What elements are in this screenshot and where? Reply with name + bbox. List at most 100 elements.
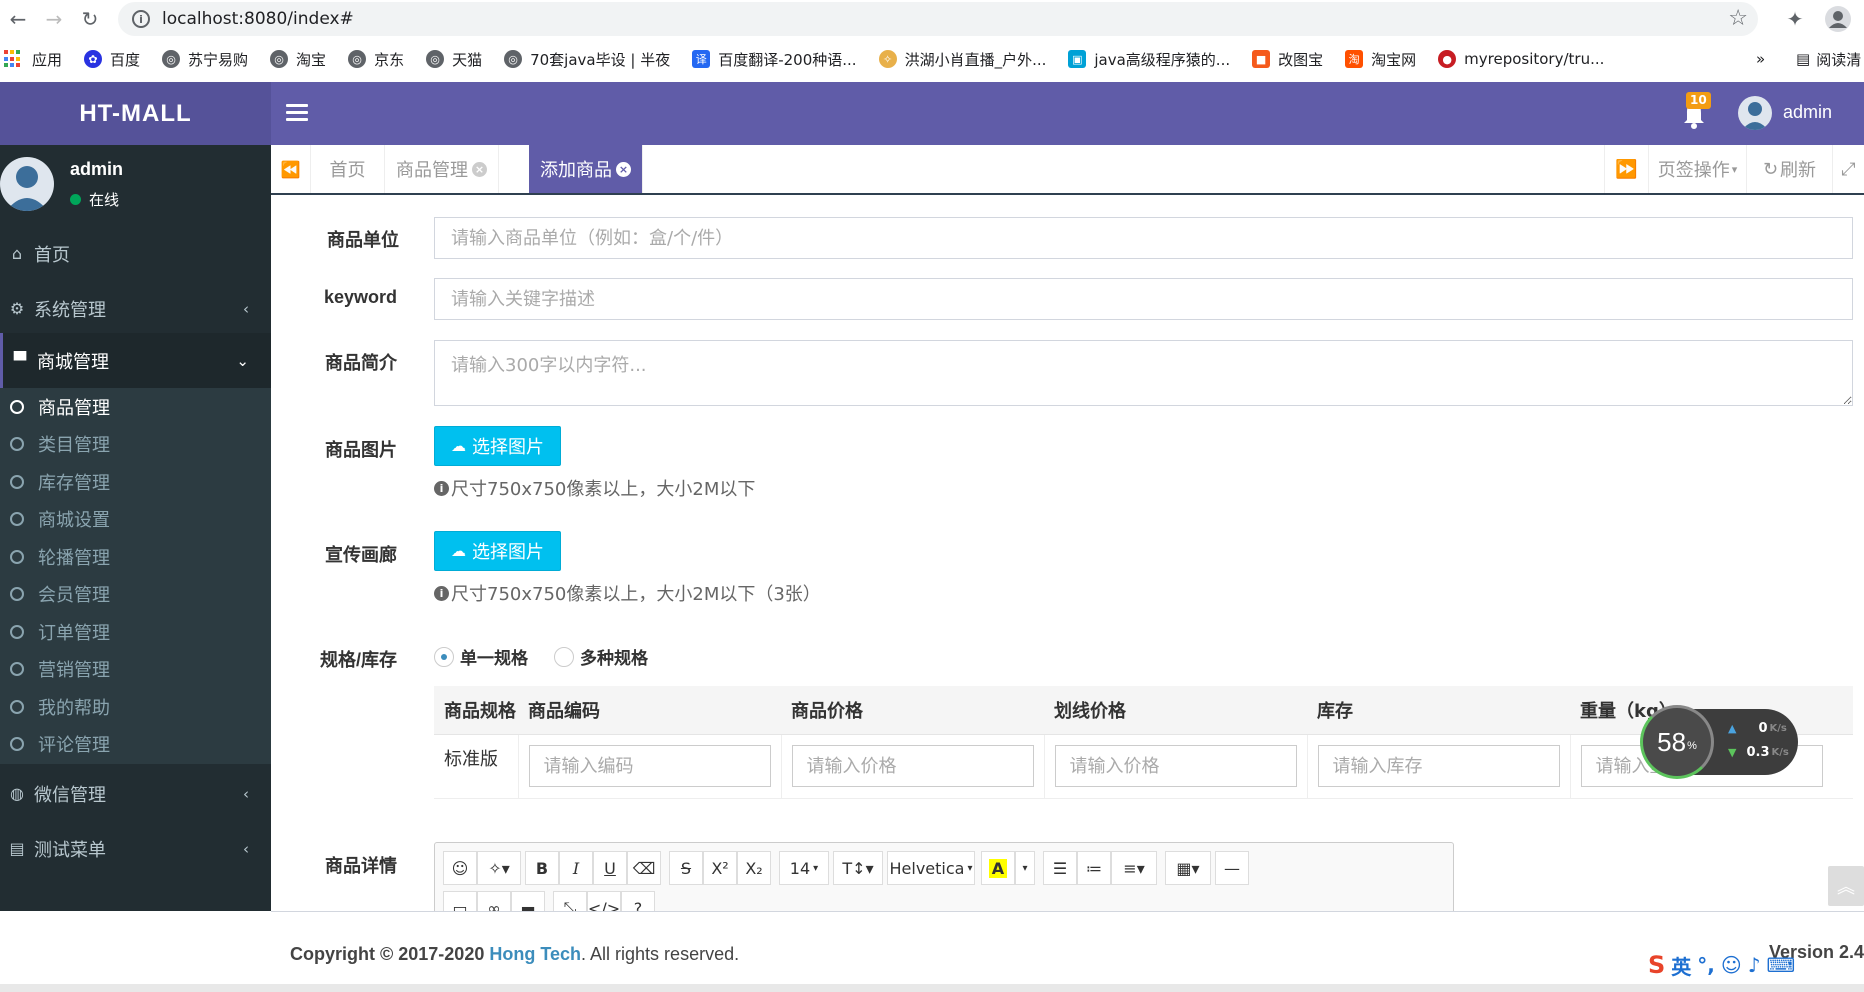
ime-toolbar[interactable]: S 英 °, ☺ ♪ ⌨	[1648, 948, 1864, 982]
subscript-icon[interactable]: X₂	[737, 851, 771, 885]
help-icon[interactable]: ?	[621, 891, 655, 911]
original-price-input[interactable]	[1054, 745, 1297, 787]
translate-icon: 译	[692, 50, 711, 68]
submenu-comments[interactable]: 评论管理	[0, 725, 271, 762]
intro-label: 商品简介	[325, 353, 397, 373]
tab-home[interactable]: 首页	[311, 145, 385, 193]
horizontal-rule-icon[interactable]: —	[1215, 851, 1249, 885]
reload-icon[interactable]: ↻	[72, 0, 108, 38]
bold-icon[interactable]: B	[525, 851, 559, 885]
keyword-input[interactable]	[434, 278, 1853, 320]
submenu-help[interactable]: 我的帮助	[0, 688, 271, 725]
bookmark-live[interactable]: ✧ 洪湖小肖直播_户外...	[878, 49, 1046, 70]
footer-copyright: Copyright © 2017-2020 Hong Tech. All rig…	[290, 944, 740, 964]
font-color-icon[interactable]: A	[981, 851, 1015, 885]
app-header: HT-MALL 10 admin	[0, 82, 1864, 145]
sidebar-item-mall[interactable]: ▀ 商城管理 ⌄	[0, 333, 271, 388]
reading-list[interactable]: ▤ 阅读清	[1796, 49, 1861, 70]
submenu-product[interactable]: 商品管理	[0, 388, 271, 425]
bookmark-taobao[interactable]: ◎ 淘宝	[270, 49, 326, 70]
select-gallery-button[interactable]: ☁ 选择图片	[434, 531, 561, 571]
tab-scroll-left-icon[interactable]: ⏪	[271, 145, 311, 193]
network-speed-widget[interactable]: 58% ▲ 0 K/s ▼ 0.3 K/s	[1640, 705, 1798, 779]
link-icon[interactable]: ∞	[477, 891, 511, 911]
sidebar-item-test[interactable]: ▤ 测试菜单 ‹	[0, 821, 271, 876]
submenu-marketing[interactable]: 营销管理	[0, 650, 271, 687]
refresh-button[interactable]: ↻ 刷新	[1746, 145, 1832, 193]
back-to-top-button[interactable]: ︽	[1828, 866, 1864, 906]
bookmark-tmall[interactable]: ◎ 天猫	[426, 49, 482, 70]
tab-scroll-right-icon[interactable]: ⏩	[1604, 145, 1648, 193]
picture-icon[interactable]: ▭	[443, 891, 477, 911]
font-size-dropdown[interactable]: 14 ▾	[779, 851, 829, 885]
underline-icon[interactable]: U	[593, 851, 627, 885]
close-icon[interactable]: ×	[472, 161, 487, 177]
bookmark-bilibili[interactable]: ▣ java高级程序猿的...	[1068, 49, 1230, 70]
bookmark-gaitubao[interactable]: ■ 改图宝	[1252, 49, 1323, 70]
expand-icon[interactable]: ⤡	[553, 891, 587, 911]
menu-toggle-icon[interactable]	[286, 100, 308, 124]
align-dropdown-icon[interactable]: ≡▾	[1111, 851, 1157, 885]
submenu-mall-settings[interactable]: 商城设置	[0, 500, 271, 537]
eraser-icon[interactable]: ⌫	[627, 851, 661, 885]
detail-label: 商品详情	[325, 856, 397, 876]
select-image-button[interactable]: ☁ 选择图片	[434, 426, 561, 466]
price-input[interactable]	[791, 745, 1034, 787]
fullscreen-icon[interactable]: ⤢	[1832, 145, 1864, 193]
bookmark-suning[interactable]: ◎ 苏宁易购	[162, 49, 248, 70]
video-icon[interactable]: ▬	[511, 891, 545, 911]
sidebar-item-system[interactable]: ⚙ 系统管理 ‹	[0, 281, 271, 336]
bookmark-apps[interactable]: 应用	[0, 49, 62, 70]
submenu-category[interactable]: 类目管理	[0, 425, 271, 462]
header-username[interactable]: admin	[1783, 102, 1832, 123]
bookmark-java-projects[interactable]: ◎ 70套java毕设 | 半夜	[504, 49, 670, 70]
sidebar-item-home[interactable]: ⌂ 首页	[0, 226, 271, 281]
bookmark-taobao-net[interactable]: 淘淘宝网	[1345, 49, 1416, 70]
radio-multi-spec[interactable]: 多种规格	[554, 644, 648, 669]
address-bar[interactable]: i localhost:8080/index# ☆	[118, 2, 1758, 36]
tab-operations-dropdown[interactable]: 页签操作 ▾	[1648, 145, 1746, 193]
close-icon[interactable]: ×	[616, 161, 631, 177]
back-icon[interactable]: ←	[0, 0, 36, 38]
profile-icon[interactable]	[1820, 4, 1856, 34]
code-icon[interactable]: </>	[587, 891, 621, 911]
color-caret-icon[interactable]: ▾	[1015, 851, 1035, 885]
sidebar-item-wechat[interactable]: ◍ 微信管理 ‹	[0, 766, 271, 821]
id-card-icon: ▤	[9, 839, 25, 858]
intro-textarea[interactable]	[434, 340, 1853, 406]
strikethrough-icon[interactable]: S	[669, 851, 703, 885]
bookmark-repository[interactable]: ● myrepository/tru...	[1438, 50, 1604, 68]
company-link[interactable]: Hong Tech	[489, 944, 581, 964]
forward-icon[interactable]: →	[36, 0, 72, 38]
emoji-icon[interactable]: ☺	[443, 851, 477, 885]
circle-icon	[10, 736, 24, 751]
bookmark-jd[interactable]: ◎ 京东	[348, 49, 404, 70]
submenu-inventory[interactable]: 库存管理	[0, 463, 271, 500]
table-icon[interactable]: ▦▾	[1165, 851, 1211, 885]
avatar[interactable]	[1738, 96, 1772, 130]
radio-single-spec[interactable]: 单一规格	[434, 644, 528, 669]
stock-input[interactable]	[1317, 745, 1560, 787]
bookmark-baidu[interactable]: ✿ 百度	[84, 49, 140, 70]
site-info-icon[interactable]: i	[132, 10, 150, 28]
bookmarks-more[interactable]: »	[1756, 50, 1765, 68]
unit-input[interactable]	[434, 217, 1853, 259]
horizontal-scrollbar[interactable]	[0, 984, 1864, 992]
tab-add-product[interactable]: 添加商品 ×	[529, 145, 643, 193]
magic-wand-icon[interactable]: ✧▾	[477, 851, 521, 885]
font-family-dropdown[interactable]: Helvetica ▾	[887, 851, 975, 885]
tab-product-management[interactable]: 商品管理 ×	[385, 145, 499, 193]
app-logo[interactable]: HT-MALL	[0, 82, 271, 145]
code-input[interactable]	[528, 745, 771, 787]
superscript-icon[interactable]: X²	[703, 851, 737, 885]
submenu-members[interactable]: 会员管理	[0, 575, 271, 612]
submenu-orders[interactable]: 订单管理	[0, 613, 271, 650]
unordered-list-icon[interactable]: ☰	[1043, 851, 1077, 885]
line-height-icon[interactable]: T↕▾	[833, 851, 883, 885]
bookmark-star-icon[interactable]: ☆	[1728, 6, 1748, 31]
submenu-carousel[interactable]: 轮播管理	[0, 538, 271, 575]
ordered-list-icon[interactable]: ≔	[1077, 851, 1111, 885]
bookmark-baidu-translate[interactable]: 译百度翻译-200种语...	[692, 49, 857, 70]
extensions-icon[interactable]: ✦	[1780, 4, 1810, 34]
italic-icon[interactable]: I	[559, 851, 593, 885]
